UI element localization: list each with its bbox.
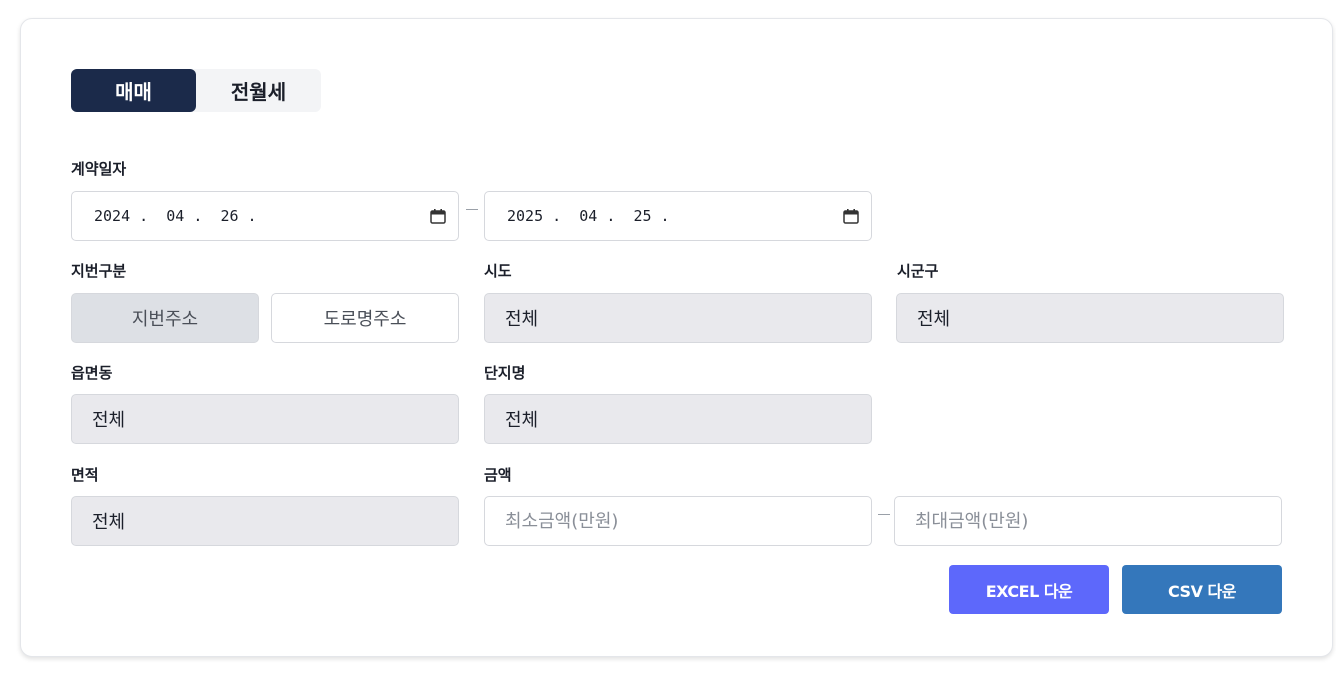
eupmyeondong-select[interactable]: 전체 [71, 394, 459, 444]
amount-label: 금액 [484, 466, 512, 484]
end-date-input[interactable]: 2025 . 04 . 25 . [484, 191, 872, 241]
start-month: 04 [166, 207, 185, 225]
complex-value: 전체 [505, 410, 539, 431]
end-year: 2025 [507, 207, 544, 225]
start-date-value: 2024 . 04 . 26 . [94, 207, 257, 225]
sigungu-label: 시군구 [897, 262, 939, 280]
eupmyeondong-label: 읍면동 [71, 364, 113, 382]
filter-panel: 매매 전월세 계약일자 2024 . 04 . 26 . 2025 . 04 .… [20, 18, 1333, 657]
area-select[interactable]: 전체 [71, 496, 459, 546]
end-day: 25 [633, 207, 652, 225]
complex-select[interactable]: 전체 [484, 394, 872, 444]
trade-type-tabs: 매매 전월세 [71, 69, 321, 112]
date-range-dash [466, 209, 478, 210]
csv-download-button[interactable]: CSV 다운 [1122, 565, 1282, 614]
eupmyeondong-value: 전체 [92, 410, 126, 431]
calendar-icon[interactable] [843, 208, 859, 224]
lot-type-label: 지번구분 [71, 262, 127, 280]
excel-download-button[interactable]: EXCEL 다운 [949, 565, 1109, 614]
sigungu-value: 전체 [917, 309, 951, 330]
end-month: 04 [579, 207, 598, 225]
sido-label: 시도 [484, 262, 512, 280]
start-day: 26 [220, 207, 239, 225]
start-year: 2024 [94, 207, 131, 225]
tab-sale[interactable]: 매매 [71, 69, 196, 112]
area-value: 전체 [92, 512, 126, 533]
lot-address-button[interactable]: 지번주소 [71, 293, 259, 343]
sido-select[interactable]: 전체 [484, 293, 872, 343]
tab-lease[interactable]: 전월세 [196, 69, 321, 112]
contract-date-label: 계약일자 [71, 160, 127, 178]
max-amount-input[interactable] [894, 496, 1282, 546]
sigungu-select[interactable]: 전체 [896, 293, 1284, 343]
calendar-icon[interactable] [430, 208, 446, 224]
start-date-input[interactable]: 2024 . 04 . 26 . [71, 191, 459, 241]
road-address-button[interactable]: 도로명주소 [271, 293, 459, 343]
end-date-value: 2025 . 04 . 25 . [507, 207, 670, 225]
sido-value: 전체 [505, 309, 539, 330]
complex-label: 단지명 [484, 364, 526, 382]
area-label: 면적 [71, 466, 99, 484]
min-amount-input[interactable] [484, 496, 872, 546]
amount-range-dash [878, 514, 890, 515]
